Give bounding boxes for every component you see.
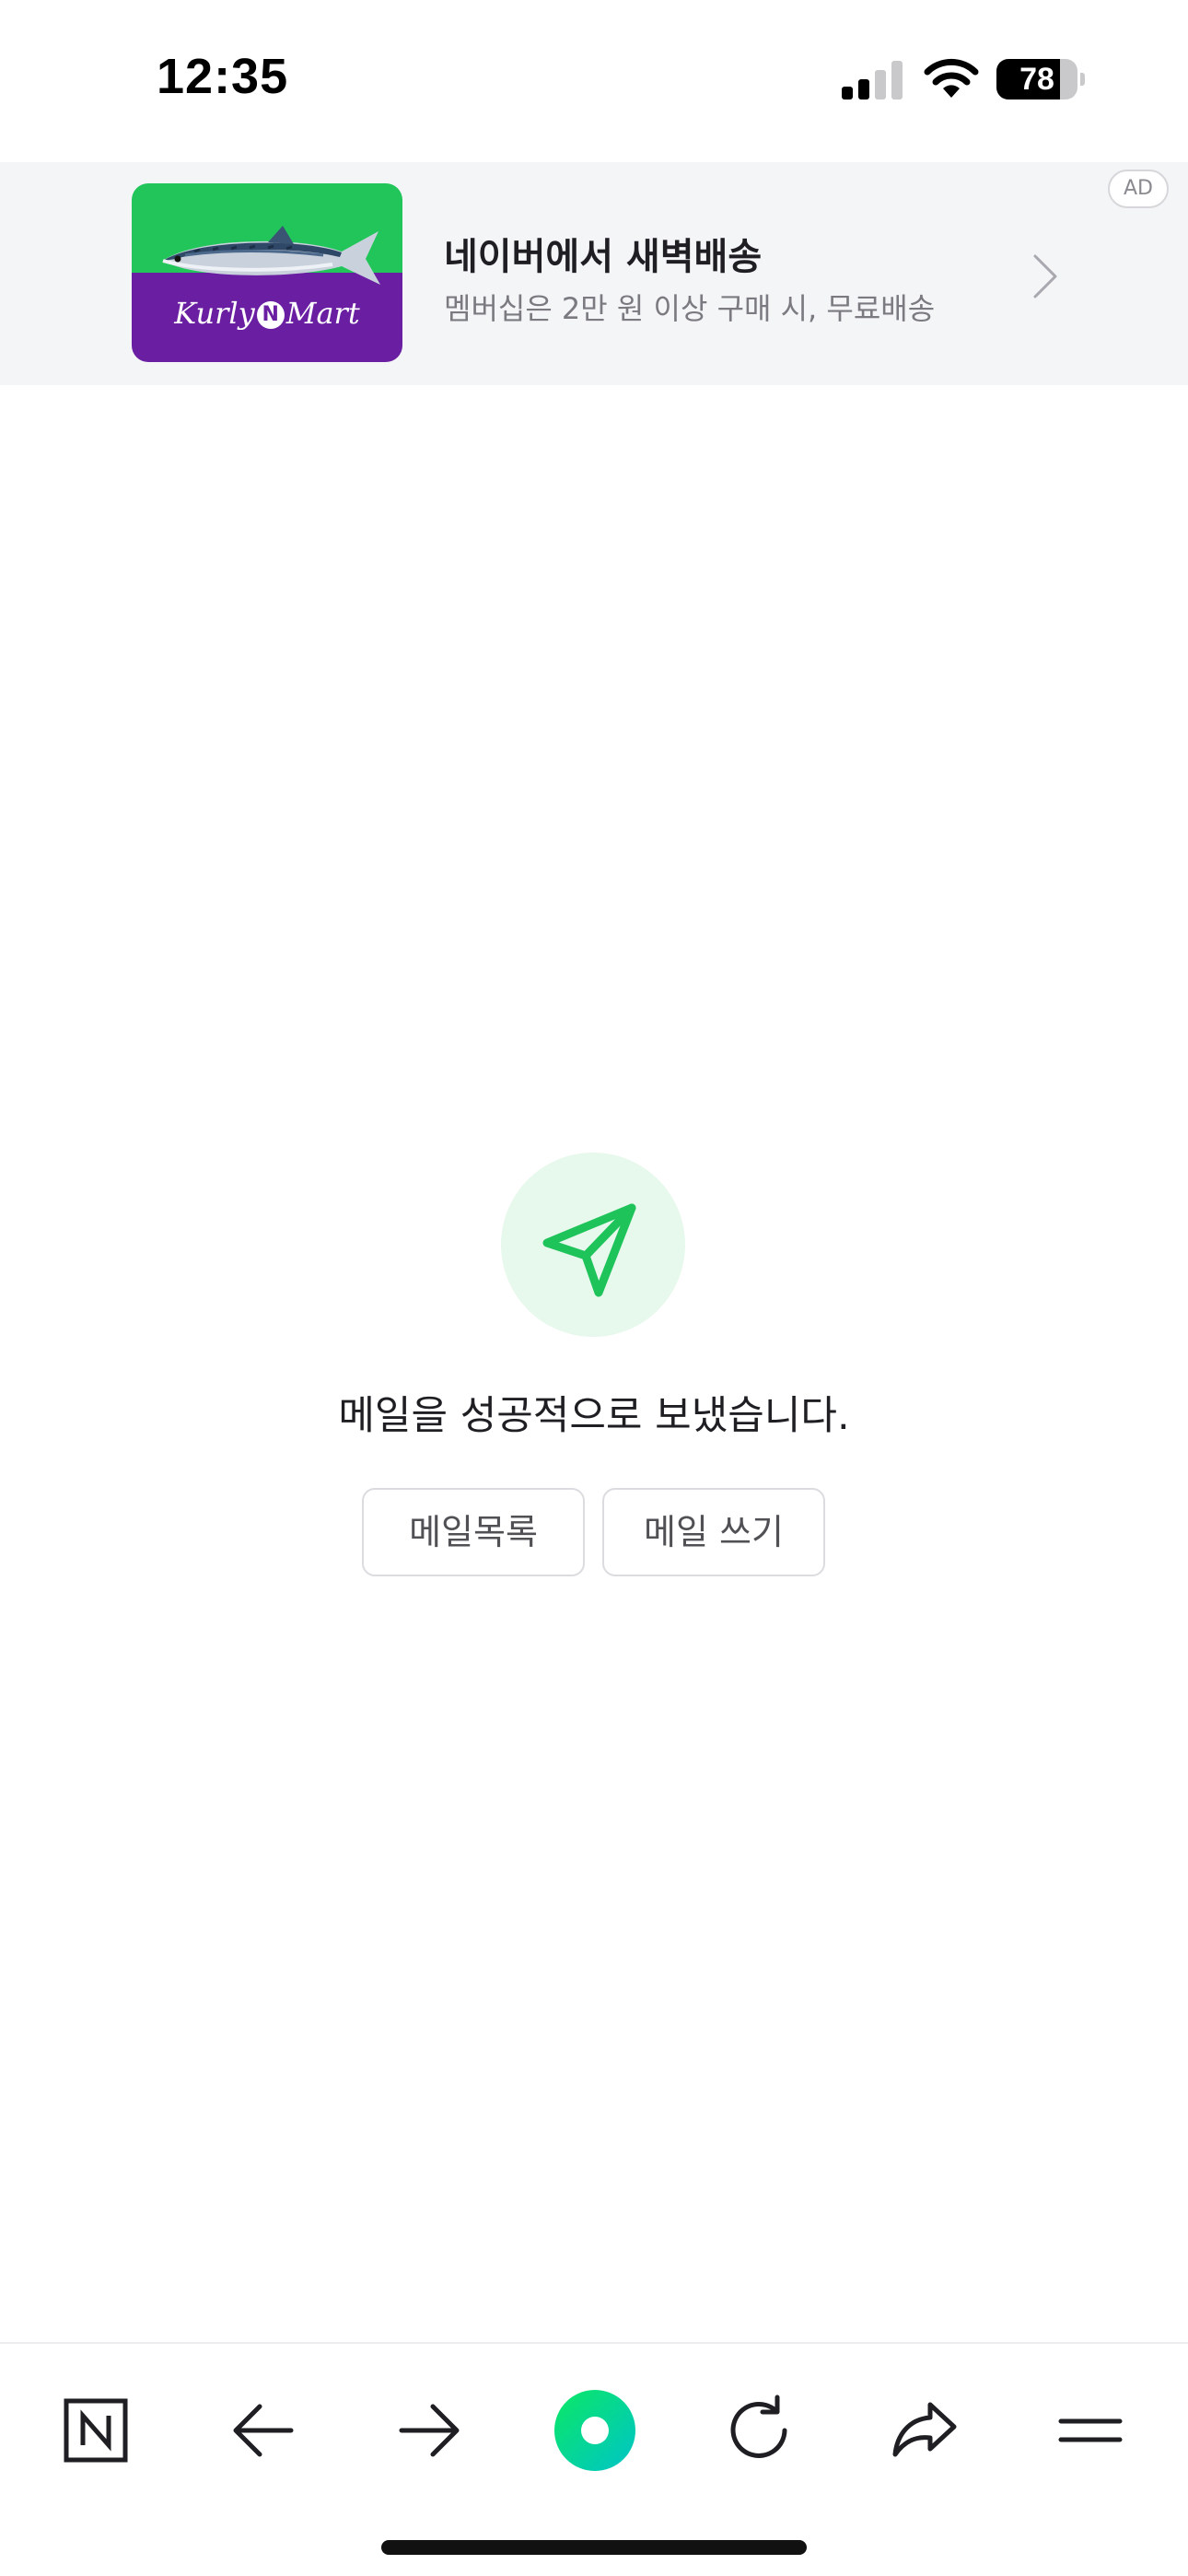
compose-mail-button[interactable]: 메일 쓰기 <box>602 1488 825 1576</box>
green-dot-icon <box>554 2390 635 2471</box>
kurly-n-mart-logo: Kurly N Mart <box>132 296 402 331</box>
menu-button[interactable] <box>1044 2384 1136 2476</box>
logo-text-right: Mart <box>285 296 360 331</box>
naver-home-icon <box>64 2398 128 2463</box>
status-bar: 12:35 78 <box>0 0 1188 162</box>
ad-banner[interactable]: Kurly N Mart 네이버에서 새벽배송 멤버십은 2만 원 이상 구매 시,… <box>0 162 1188 385</box>
back-button[interactable] <box>217 2384 309 2476</box>
share-icon <box>892 2402 957 2457</box>
cellular-signal-icon <box>842 61 903 100</box>
arrow-right-icon <box>399 2404 460 2457</box>
mail-list-button[interactable]: 메일목록 <box>362 1488 585 1576</box>
logo-text-left: Kurly <box>174 296 255 331</box>
wifi-icon <box>924 58 979 98</box>
ad-subtitle[interactable]: 멤버십은 2만 원 이상 구매 시, 무료배송 <box>444 286 935 328</box>
success-icon-circle <box>501 1153 685 1337</box>
ad-thumbnail[interactable]: Kurly N Mart <box>132 183 402 362</box>
battery-cap <box>1080 73 1085 86</box>
chevron-right-icon[interactable] <box>1028 251 1061 302</box>
arrow-left-icon <box>233 2404 294 2457</box>
status-time: 12:35 <box>157 49 289 104</box>
menu-icon <box>1058 2418 1123 2442</box>
reload-button[interactable] <box>713 2384 805 2476</box>
paper-plane-icon <box>542 1203 636 1297</box>
battery-indicator: 78 <box>996 59 1085 100</box>
battery-level: 78 <box>1019 62 1054 97</box>
ad-title[interactable]: 네이버에서 새벽배송 <box>444 227 762 280</box>
share-button[interactable] <box>879 2384 971 2476</box>
mackerel-fish-image <box>162 226 380 285</box>
ad-badge[interactable]: AD <box>1108 170 1169 208</box>
naver-home-button[interactable] <box>50 2384 142 2476</box>
home-indicator[interactable] <box>381 2540 807 2555</box>
battery-body: 78 <box>996 59 1077 100</box>
reload-icon <box>730 2395 787 2458</box>
forward-button[interactable] <box>383 2384 475 2476</box>
success-message: 메일을 성공적으로 보냈습니다. <box>338 1393 850 1439</box>
green-dot-button[interactable] <box>549 2384 641 2476</box>
logo-n-badge: N <box>256 301 285 329</box>
